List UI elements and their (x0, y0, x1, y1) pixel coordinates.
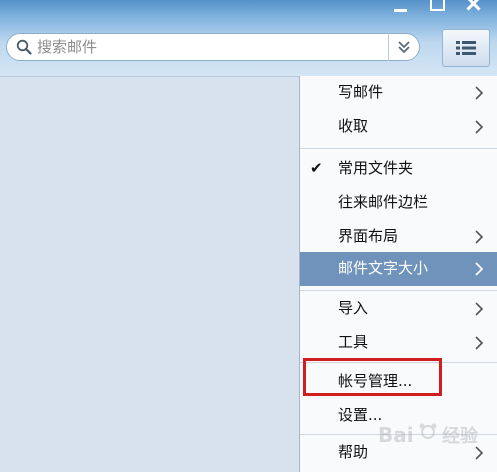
menu-item-layout[interactable]: 界面布局 (300, 220, 497, 254)
menu-item-correspondence-sidebar[interactable]: 往来邮件边栏 (300, 186, 497, 220)
menu-item-import[interactable]: 导入 (300, 292, 497, 326)
menu-item-compose[interactable]: 写邮件 (300, 76, 497, 110)
chevron-right-icon (475, 120, 484, 134)
search-icon (16, 39, 32, 55)
chevron-right-icon (475, 336, 484, 350)
menu-item-label: 界面布局 (338, 227, 399, 245)
menu-item-label: 帮助 (338, 443, 369, 461)
callout-highlight-box (303, 358, 442, 396)
chevron-right-icon (475, 230, 484, 244)
menu-separator (300, 148, 497, 149)
menu-item-tools[interactable]: 工具 (300, 326, 497, 360)
menu-item-label: 导入 (338, 299, 369, 317)
double-chevron-down-icon (398, 41, 410, 54)
main-menu-button[interactable] (442, 29, 490, 67)
menu-item-label: 写邮件 (338, 83, 384, 101)
close-icon[interactable] (458, 0, 488, 16)
menu-item-common-folders[interactable]: ✔ 常用文件夹 (300, 152, 497, 186)
search-input[interactable]: 搜索邮件 (6, 33, 420, 61)
menu-item-label: 邮件文字大小 (338, 259, 429, 277)
check-icon: ✔ (310, 159, 323, 177)
minimize-icon[interactable] (386, 0, 416, 16)
menu-item-label: 常用文件夹 (338, 159, 414, 177)
watermark-logo: Bai 经验 (376, 418, 494, 452)
menu-separator (300, 290, 497, 291)
menu-item-receive[interactable]: 收取 (300, 110, 497, 144)
chevron-right-icon (475, 262, 484, 276)
list-menu-icon (456, 41, 476, 55)
mail-content-area (0, 76, 300, 472)
search-placeholder: 搜索邮件 (37, 38, 98, 56)
chevron-right-icon (475, 302, 484, 316)
mail-client-window: 搜索邮件 写邮件 收取 ✔ 常用文件夹 往来邮件边栏 界面布局 邮件文字大小 导… (0, 0, 497, 472)
menu-item-label: 工具 (338, 333, 369, 351)
svg-text:经验: 经验 (442, 425, 479, 447)
chevron-right-icon (475, 86, 484, 100)
main-dropdown-menu: 写邮件 收取 ✔ 常用文件夹 往来邮件边栏 界面布局 邮件文字大小 导入 工具 … (299, 76, 497, 472)
maximize-icon[interactable] (423, 0, 453, 16)
menu-item-label: 往来邮件边栏 (338, 193, 429, 211)
menu-item-font-size[interactable]: 邮件文字大小 (300, 252, 497, 286)
svg-text:Bai: Bai (378, 423, 414, 447)
menu-item-label: 收取 (338, 117, 369, 135)
title-bar: 搜索邮件 (0, 0, 497, 76)
search-options-button[interactable] (388, 33, 418, 61)
